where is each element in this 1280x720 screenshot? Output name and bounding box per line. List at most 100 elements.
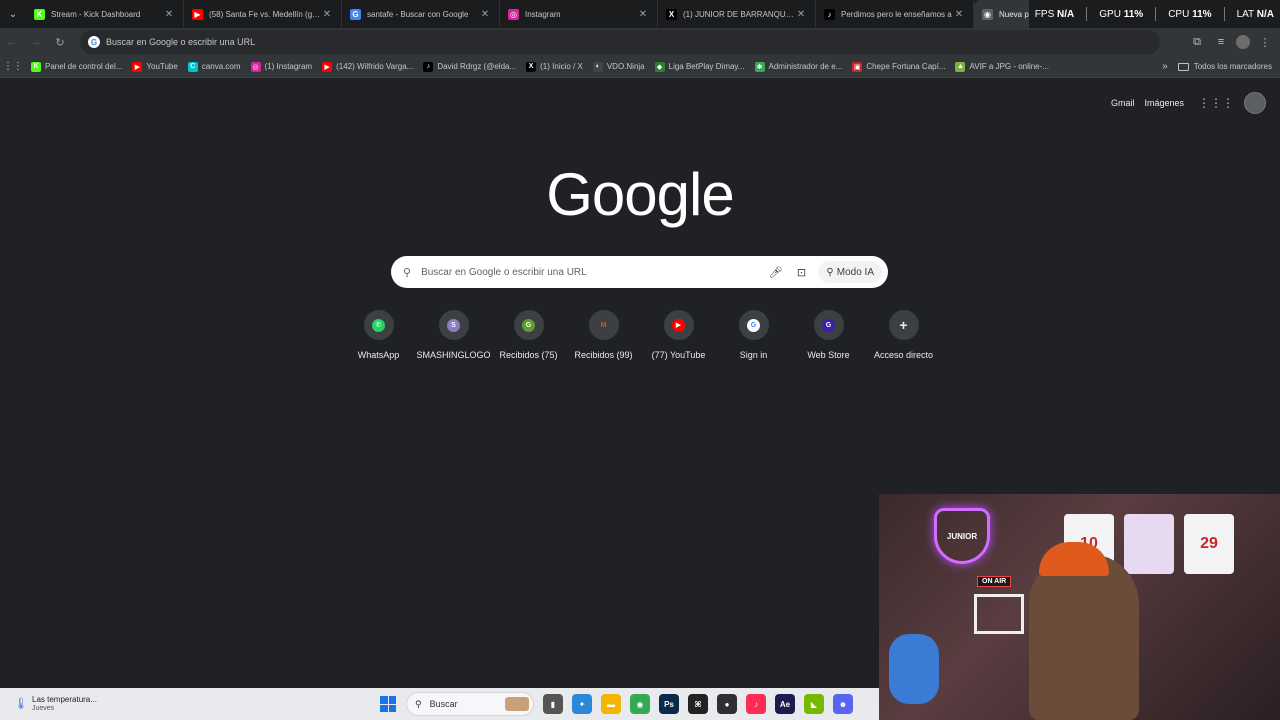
neon-shield-sign: JUNIOR xyxy=(934,508,990,564)
bookmark-item[interactable]: K Panel de control del... xyxy=(26,61,127,72)
tab[interactable]: Gsantafe - Buscar con Google ✕ xyxy=(342,0,500,28)
all-bookmarks-button[interactable]: Todos los marcadores xyxy=(1177,62,1280,71)
nvidia-icon[interactable]: ◣ xyxy=(804,694,824,714)
close-tab-icon[interactable]: ✕ xyxy=(953,9,965,20)
search-icon: ⚲ xyxy=(403,266,412,279)
search-input[interactable] xyxy=(421,266,767,278)
extensions-icon[interactable]: ⧉ xyxy=(1188,33,1206,51)
top-links: Gmail Imágenes ⋮⋮⋮ xyxy=(1111,92,1266,114)
shortcut-tile[interactable]: G Recibidos (75) xyxy=(491,310,566,360)
windows-start-icon[interactable] xyxy=(380,696,396,712)
shortcut-tile[interactable]: M Recibidos (99) xyxy=(566,310,641,360)
apps-grid-icon[interactable]: ⋮⋮ xyxy=(0,61,26,72)
search-box[interactable]: ⚲ 🎤︎ ⊡ ⚲ Modo IA xyxy=(391,256,888,288)
fps-stat: FPS N/A xyxy=(1034,8,1075,20)
tab-title: Instagram xyxy=(525,9,561,19)
bookmark-item[interactable]: ✱ Administrador de e... xyxy=(750,61,848,72)
back-icon[interactable]: ← xyxy=(0,30,24,54)
tab[interactable]: K Stream - Kick Dashboard ✕ xyxy=(26,0,184,28)
close-tab-icon[interactable]: ✕ xyxy=(163,9,175,20)
profile-avatar-icon[interactable] xyxy=(1236,35,1250,49)
tiktok-icon: ♪ xyxy=(824,8,835,20)
bookmark-item[interactable]: X (1) Inicio / X xyxy=(521,61,588,72)
browser-toolbar: ← → ↻ G Buscar en Google o escribir una … xyxy=(0,28,1280,56)
chrome-icon: ◉ xyxy=(982,8,993,20)
capcut-icon[interactable]: ⌘ xyxy=(688,694,708,714)
google-apps-icon[interactable]: ⋮⋮⋮ xyxy=(1198,96,1234,110)
tab[interactable]: ♪ Perdimos pero le enseñamos a ✕ xyxy=(816,0,974,28)
google-lens-icon[interactable]: ⊡ xyxy=(792,266,810,279)
bookmark-label: YouTube xyxy=(146,62,178,71)
bookmark-label: VDO.Ninja xyxy=(606,62,645,71)
discord-icon[interactable]: ☻ xyxy=(833,694,853,714)
reload-icon[interactable]: ↻ xyxy=(48,30,72,54)
bookmark-item[interactable]: ▣ Chepe Fortuna Capí... xyxy=(847,61,950,72)
file-manager-icon[interactable]: ▮ xyxy=(543,694,563,714)
bookmark-label: canva.com xyxy=(201,62,241,71)
menu-icon[interactable]: ⋮ xyxy=(1256,33,1274,51)
microphone-icon[interactable]: 🎤︎ xyxy=(766,266,784,279)
close-tab-icon[interactable]: ✕ xyxy=(321,9,333,20)
shortcut-label: Sign in xyxy=(739,350,768,360)
kick-icon: K xyxy=(34,8,45,20)
tab-title: (58) Santa Fe vs. Medellín (gole xyxy=(209,9,321,19)
taskbar-search[interactable]: ⚲ Buscar xyxy=(406,692,534,716)
shortcut-tile[interactable]: G Sign in xyxy=(716,310,791,360)
tab-strip: ⌄ K Stream - Kick Dashboard ✕ ▶ (58) Santa F… xyxy=(0,0,1280,28)
shortcut-icon: ▶ xyxy=(663,310,694,340)
images-link[interactable]: Imágenes xyxy=(1144,98,1184,108)
tab[interactable]: X (1) JUNIOR DE BARRANQUILLA ✕ xyxy=(658,0,816,28)
plush-toy xyxy=(889,634,939,704)
file-explorer-icon[interactable]: ▬ xyxy=(601,694,621,714)
close-tab-icon[interactable]: ✕ xyxy=(637,9,649,20)
shortcut-icon: + xyxy=(888,310,919,340)
after-effects-icon[interactable]: Ae xyxy=(775,694,795,714)
shortcut-label: Acceso directo xyxy=(873,350,934,360)
tab-title: (1) JUNIOR DE BARRANQUILLA xyxy=(683,9,795,19)
bookmark-favicon-icon: ◎ xyxy=(250,61,261,72)
shortcut-tile[interactable]: + Acceso directo xyxy=(866,310,941,360)
close-tab-icon[interactable]: ✕ xyxy=(479,9,491,20)
photoshop-icon[interactable]: Ps xyxy=(659,694,679,714)
bookmark-item[interactable]: ▶ (142) Wilfrido Varga... xyxy=(317,61,418,72)
chrome-icon[interactable]: ◉ xyxy=(630,694,650,714)
taskbar: 🌡︎ Las temperatura... Jueves ⚲ Buscar ▮ ✦… xyxy=(0,688,879,720)
bookmark-favicon-icon: ✱ xyxy=(754,61,765,72)
jersey-frame-wings xyxy=(1124,514,1174,574)
tab-search-chevron-icon[interactable]: ⌄ xyxy=(0,0,26,28)
forward-icon[interactable]: → xyxy=(24,30,48,54)
search-highlight-image xyxy=(505,697,529,711)
gmail-link[interactable]: Gmail xyxy=(1111,98,1135,108)
bookmark-label: (1) Inicio / X xyxy=(540,62,583,71)
bookmark-item[interactable]: ♪ David Rdrgz (@elda... xyxy=(418,61,521,72)
bookmark-item[interactable]: ▲ AVIF a JPG - online-... xyxy=(950,61,1053,72)
copilot-icon[interactable]: ✦ xyxy=(572,694,592,714)
bookmark-item[interactable]: Ccanva.com xyxy=(183,61,246,72)
shortcut-tile[interactable]: S SMASHINGLOGO xyxy=(416,310,491,360)
bookmark-item[interactable]: ▶ YouTube xyxy=(127,61,182,72)
shortcut-icon: S xyxy=(438,310,469,340)
account-avatar[interactable] xyxy=(1244,92,1266,114)
bookmark-favicon-icon: ▶ xyxy=(322,61,333,72)
weather-widget[interactable]: 🌡︎ Las temperatura... Jueves xyxy=(0,695,380,712)
shortcut-tile[interactable]: G Web Store xyxy=(791,310,866,360)
shortcut-label: WhatsApp xyxy=(357,350,400,360)
shortcut-tile[interactable]: ✆ WhatsApp xyxy=(341,310,416,360)
bookmark-favicon-icon: ▶ xyxy=(132,61,143,72)
reading-list-icon[interactable]: ≡ xyxy=(1212,33,1230,51)
bookmark-favicon-icon: ◐ xyxy=(592,61,603,72)
bookmark-label: Administrador de e... xyxy=(768,62,843,71)
more-bookmarks-icon[interactable]: » xyxy=(1152,61,1178,72)
obs-icon[interactable]: ● xyxy=(717,694,737,714)
tiktok-icon[interactable]: ♪ xyxy=(746,694,766,714)
bookmark-item[interactable]: ◆ Liga BetPlay Dimay... xyxy=(650,61,750,72)
tab[interactable]: ◎ Instagram ✕ xyxy=(500,0,658,28)
bookmark-item[interactable]: ◎ (1) Instagram xyxy=(246,61,318,72)
ai-mode-button[interactable]: ⚲ Modo IA xyxy=(818,261,882,283)
bookmark-item[interactable]: ◐ VDO.Ninja xyxy=(588,61,650,72)
address-bar[interactable]: G Buscar en Google o escribir una URL xyxy=(80,30,1160,54)
tab[interactable]: ▶ (58) Santa Fe vs. Medellín (gole ✕ xyxy=(184,0,342,28)
google-icon: G xyxy=(88,36,100,48)
shortcut-tile[interactable]: ▶ (77) YouTube xyxy=(641,310,716,360)
close-tab-icon[interactable]: ✕ xyxy=(795,9,807,20)
